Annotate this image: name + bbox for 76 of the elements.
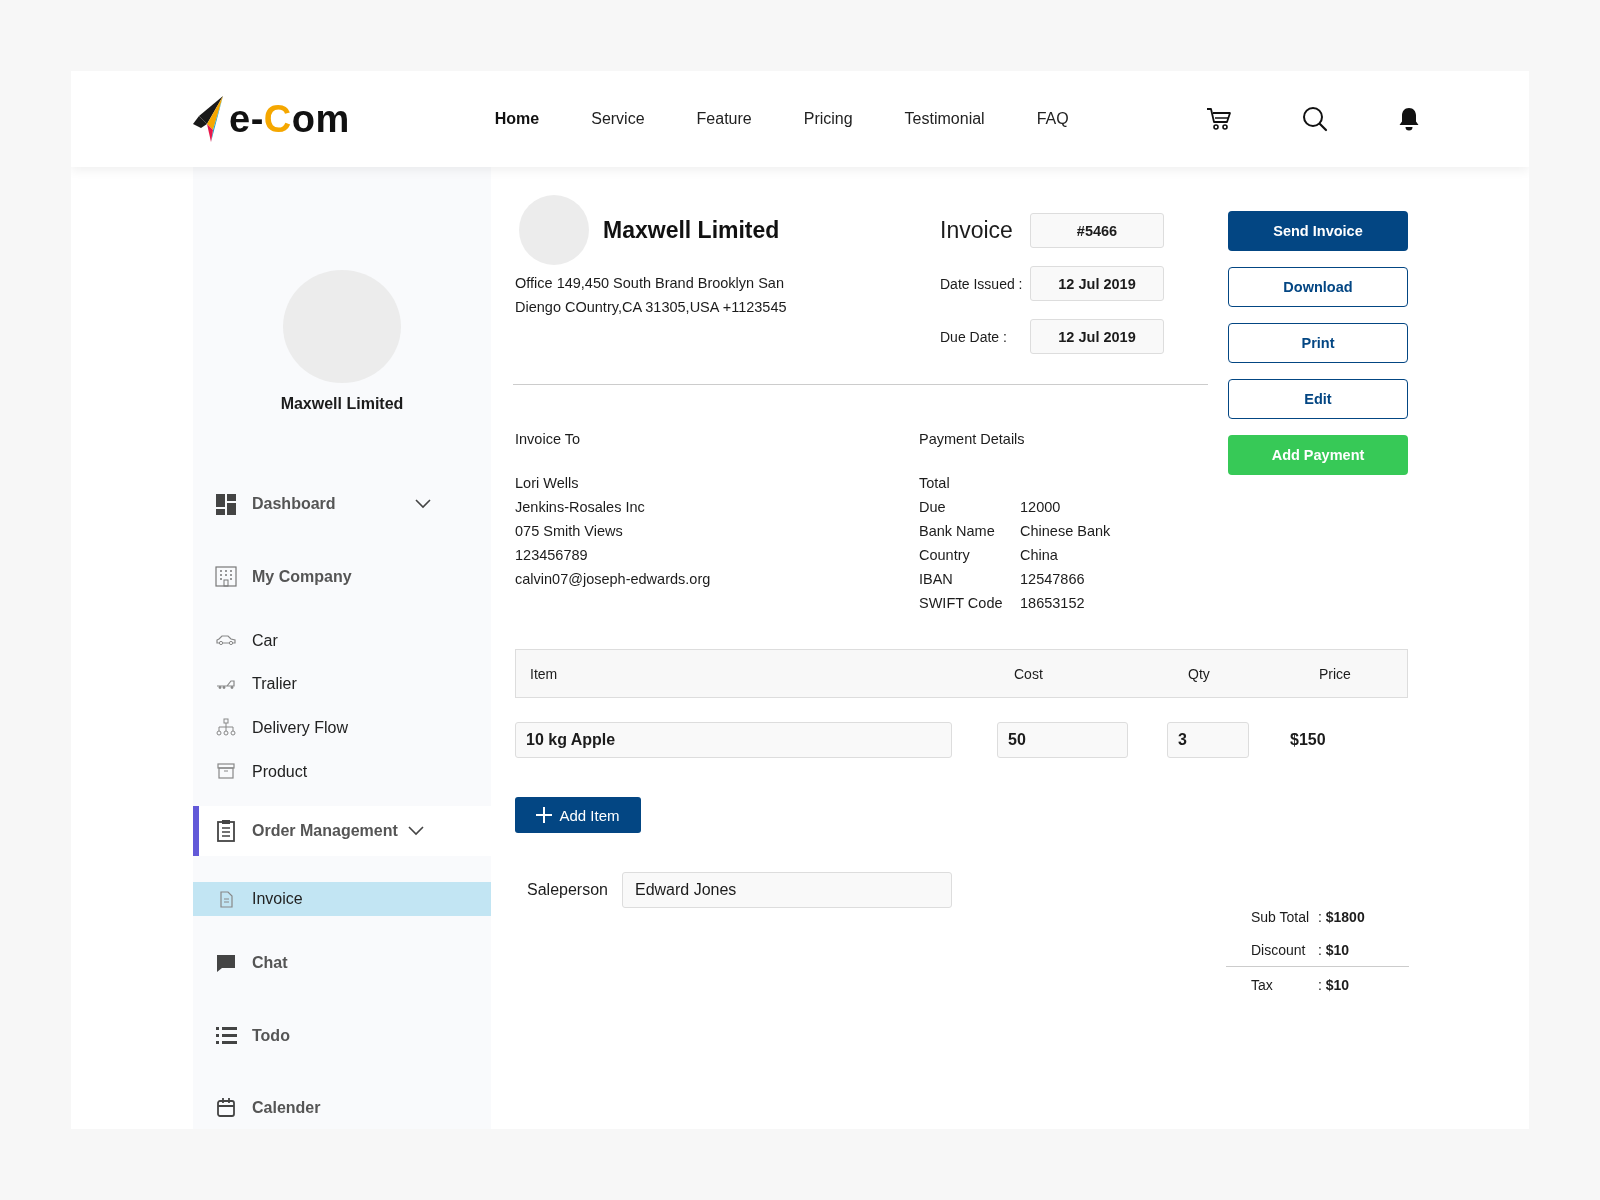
- bell-icon[interactable]: [1397, 106, 1420, 132]
- building-icon: [215, 565, 237, 589]
- payment-value: 12547866: [1020, 570, 1086, 589]
- add-item-button[interactable]: Add Item: [515, 797, 641, 833]
- field-label: Due Date :: [940, 328, 1007, 345]
- salesperson-field[interactable]: Edward Jones: [621, 872, 952, 908]
- address-line: 123456789: [515, 546, 589, 565]
- total-label: Tax: [1250, 977, 1274, 993]
- dashboard-icon: [215, 492, 237, 516]
- logo-text: e-Com: [229, 97, 350, 141]
- section-heading: Payment Details: [919, 431, 1026, 447]
- total-value: : $10: [1317, 977, 1350, 993]
- payment-value: 18653152: [1020, 594, 1086, 613]
- column-header: Cost: [1013, 665, 1044, 682]
- item-field[interactable]: 10 kg Apple: [515, 722, 952, 758]
- payment-label: SWIFT Code: [919, 594, 1004, 613]
- sidebar-item[interactable]: Order Management: [193, 805, 491, 856]
- nav-link[interactable]: Feature: [696, 110, 752, 128]
- payment-label: Total: [919, 474, 951, 493]
- total-label: Discount: [1250, 941, 1307, 958]
- clipboard-icon: [215, 819, 237, 843]
- payment-value: Chinese Bank: [1020, 522, 1111, 541]
- company-name: Maxwell Limited: [603, 216, 780, 244]
- address-line: Jenkins-Rosales Inc: [515, 498, 646, 517]
- column-header: Item: [529, 665, 559, 682]
- total-value: : $1800: [1317, 908, 1365, 925]
- payment-value: China: [1020, 546, 1059, 565]
- payment-label: Due: [919, 498, 947, 517]
- payment-value: 12000: [1020, 498, 1062, 517]
- column-header: Qty: [1187, 665, 1211, 682]
- field-label: Date Issued :: [940, 275, 1023, 292]
- section-heading: Invoice To: [515, 431, 582, 447]
- total-label: Sub Total: [1250, 908, 1311, 925]
- action-button[interactable]: Edit: [1228, 379, 1408, 419]
- total-value: : $10: [1317, 941, 1350, 958]
- company-address: Office 149,450 South Brand Brooklyn San Diengo COuntry,CA 31305,USA +1123545: [515, 274, 788, 317]
- payment-label: Country: [919, 546, 971, 565]
- sidebar-item[interactable]: Chat: [193, 942, 491, 985]
- nav-link[interactable]: Home: [494, 110, 540, 128]
- nav-link[interactable]: Testimonial: [904, 110, 985, 128]
- nav-link[interactable]: FAQ: [1036, 110, 1069, 128]
- invoice-title: Invoice: [940, 217, 1013, 244]
- action-button[interactable]: Send Invoice: [1228, 211, 1408, 251]
- sidebar-item[interactable]: Car: [193, 623, 491, 659]
- field-label: Saleperson: [527, 881, 608, 899]
- address-line: 075 Smith Views: [515, 522, 624, 541]
- sidebar-item[interactable]: Delivery Flow: [193, 710, 491, 746]
- date-field[interactable]: 12 Jul 2019: [1030, 319, 1164, 354]
- payment-label: Bank Name: [919, 522, 996, 541]
- sidebar-item[interactable]: Tralier: [193, 667, 491, 702]
- price-text: $150: [1290, 731, 1326, 749]
- payment-label: IBAN: [919, 570, 954, 589]
- sidebar-item[interactable]: Todo: [193, 1014, 491, 1057]
- sidebar-item[interactable]: Product: [193, 754, 491, 789]
- car-icon: [215, 635, 237, 647]
- address-line: calvin07@joseph-edwards.org: [515, 570, 712, 589]
- action-button[interactable]: Download: [1228, 267, 1408, 307]
- address-line: Lori Wells: [515, 474, 580, 493]
- calendar-icon: [215, 1096, 237, 1120]
- sidebar-item[interactable]: Invoice: [193, 881, 491, 917]
- sidebar-item[interactable]: Dashboard: [193, 483, 491, 526]
- cost-field[interactable]: 50: [997, 722, 1128, 758]
- cart-icon[interactable]: [1205, 106, 1232, 132]
- nav-link[interactable]: Pricing: [803, 110, 853, 128]
- invoice-number-field[interactable]: #5466: [1030, 213, 1164, 248]
- action-button[interactable]: Print: [1228, 323, 1408, 363]
- sidebar-item[interactable]: Calender: [193, 1086, 491, 1129]
- column-header: Price: [1318, 665, 1351, 682]
- search-icon[interactable]: [1301, 106, 1328, 132]
- nav-link[interactable]: Service: [591, 110, 645, 128]
- plus-icon: [536, 807, 553, 823]
- qty-field[interactable]: 3: [1167, 722, 1249, 758]
- company-name: Maxwell Limited: [279, 395, 405, 414]
- sidebar-item[interactable]: My Company: [193, 555, 491, 598]
- trailer-icon: [215, 680, 237, 689]
- date-field[interactable]: 12 Jul 2019: [1030, 266, 1164, 301]
